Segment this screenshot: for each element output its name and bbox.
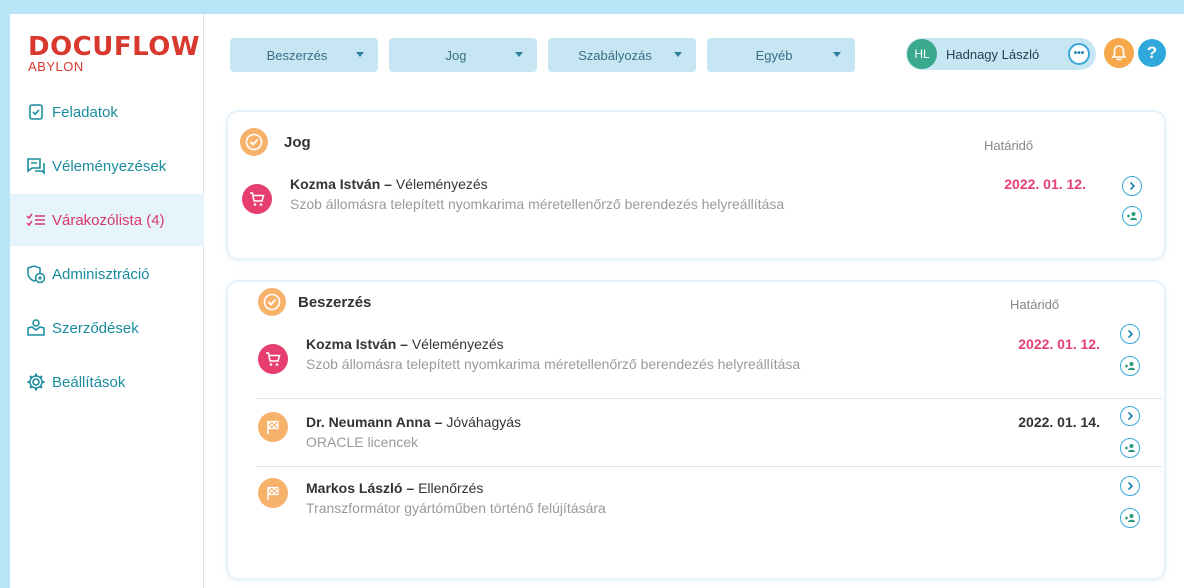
- sidebar-item-label: Várakozólista (4): [52, 211, 165, 229]
- task-subject: ORACLE licencek: [306, 434, 419, 450]
- task-subject: Szob állomásra telepített nyomkarima mér…: [290, 196, 785, 212]
- user-name: Hadnagy László: [946, 46, 1040, 62]
- logo-text: DOCUFLOW: [28, 32, 201, 62]
- sidebar-item-szerzodesek[interactable]: Szerződések: [10, 302, 204, 354]
- chevron-down-icon: [356, 52, 364, 57]
- avatar: HL: [907, 39, 937, 69]
- task-action: Jóváhagyás: [446, 414, 522, 430]
- task-action: Ellenőrzés: [418, 480, 484, 496]
- more-options-icon[interactable]: •••: [1068, 43, 1090, 65]
- cart-icon: [258, 344, 288, 374]
- flag-icon: [258, 478, 288, 508]
- task-title[interactable]: Dr. Neumann Anna – Jóváhagyás: [306, 414, 521, 430]
- dropdown-egyeb[interactable]: Egyéb: [707, 38, 855, 72]
- dropdown-szabalyozas[interactable]: Szabályozás: [548, 38, 696, 72]
- sidebar-item-varakozolista[interactable]: Várakozólista (4): [10, 194, 204, 246]
- row-separator: [256, 466, 1162, 467]
- dropdown-jog[interactable]: Jog: [389, 38, 537, 72]
- sidebar-item-feladatok[interactable]: Feladatok: [10, 86, 204, 138]
- logo-subtext: ABYLON: [28, 59, 84, 74]
- check-circle-icon: [240, 128, 268, 156]
- assign-user-button[interactable]: [1120, 508, 1140, 528]
- sidebar-item-beallitasok[interactable]: Beállítások: [10, 356, 204, 408]
- flag-icon: [258, 412, 288, 442]
- gear-icon: [26, 372, 46, 392]
- check-circle-icon: [258, 288, 286, 316]
- sidebar: DOCUFLOW ABYLON Feladatok Véleményezések…: [10, 14, 204, 588]
- help-icon[interactable]: ?: [1138, 39, 1166, 67]
- contract-icon: [26, 318, 46, 338]
- task-person: Dr. Neumann Anna: [306, 414, 431, 430]
- task-subject: Szob állomásra telepített nyomkarima mér…: [306, 356, 801, 372]
- card-title: Jog: [284, 134, 311, 151]
- open-task-button[interactable]: [1120, 324, 1140, 344]
- chevron-down-icon: [833, 52, 841, 57]
- chevron-down-icon: [515, 52, 523, 57]
- assign-user-button[interactable]: [1120, 356, 1140, 376]
- task-person: Markos László: [306, 480, 403, 496]
- task-title[interactable]: Markos László – Ellenőrzés: [306, 480, 483, 496]
- task-subject: Transzformátor gyártóműben történő felúj…: [306, 500, 606, 516]
- checklist-icon: [26, 210, 46, 230]
- sidebar-item-label: Véleményezések: [52, 157, 167, 175]
- deadline-header: Határidő: [1010, 297, 1060, 312]
- open-task-button[interactable]: [1120, 476, 1140, 496]
- task-action: Véleményezés: [411, 336, 504, 352]
- cart-icon: [242, 184, 272, 214]
- chevron-down-icon: [674, 52, 682, 57]
- assign-user-button[interactable]: [1122, 206, 1142, 226]
- sidebar-item-label: Szerződések: [52, 319, 139, 337]
- user-menu[interactable]: HL Hadnagy László •••: [906, 38, 1096, 70]
- dropdown-label: Egyéb: [755, 47, 793, 63]
- open-task-button[interactable]: [1122, 176, 1142, 196]
- sidebar-item-label: Feladatok: [52, 103, 118, 121]
- task-person: Kozma István: [290, 176, 381, 192]
- sidebar-item-label: Adminisztráció: [52, 265, 150, 283]
- dropdown-label: Szabályozás: [578, 47, 652, 63]
- card-title: Beszerzés: [298, 294, 372, 311]
- assign-user-button[interactable]: [1120, 438, 1140, 458]
- task-deadline: 2022. 01. 12.: [1018, 336, 1100, 352]
- open-task-button[interactable]: [1120, 406, 1140, 426]
- notification-bell-icon[interactable]: [1104, 38, 1134, 68]
- comments-icon: [26, 156, 46, 176]
- category-card-jog: Jog Határidő Kozma István – Véleményezés…: [228, 112, 1164, 258]
- task-action: Véleményezés: [395, 176, 488, 192]
- task-person: Kozma István: [306, 336, 397, 352]
- task-deadline: 2022. 01. 12.: [1004, 176, 1086, 192]
- task-deadline: 2022. 01. 14.: [1018, 414, 1100, 430]
- sidebar-item-label: Beállítások: [52, 373, 126, 391]
- task-title[interactable]: Kozma István – Véleményezés: [290, 176, 488, 192]
- logo[interactable]: DOCUFLOW ABYLON: [28, 34, 200, 74]
- dropdown-label: Beszerzés: [266, 47, 328, 63]
- task-title[interactable]: Kozma István – Véleményezés: [306, 336, 504, 352]
- document-check-icon: [26, 102, 46, 122]
- deadline-header: Határidő: [984, 138, 1034, 153]
- admin-icon: [26, 264, 46, 284]
- dropdown-beszerzes[interactable]: Beszerzés: [230, 38, 378, 72]
- dropdown-label: Jog: [445, 47, 467, 63]
- row-separator: [256, 398, 1162, 399]
- category-card-beszerzes: Beszerzés Határidő Kozma István – Vélemé…: [228, 282, 1164, 578]
- sidebar-item-velemenyezesek[interactable]: Véleményezések: [10, 140, 204, 192]
- sidebar-item-adminisztracio[interactable]: Adminisztráció: [10, 248, 204, 300]
